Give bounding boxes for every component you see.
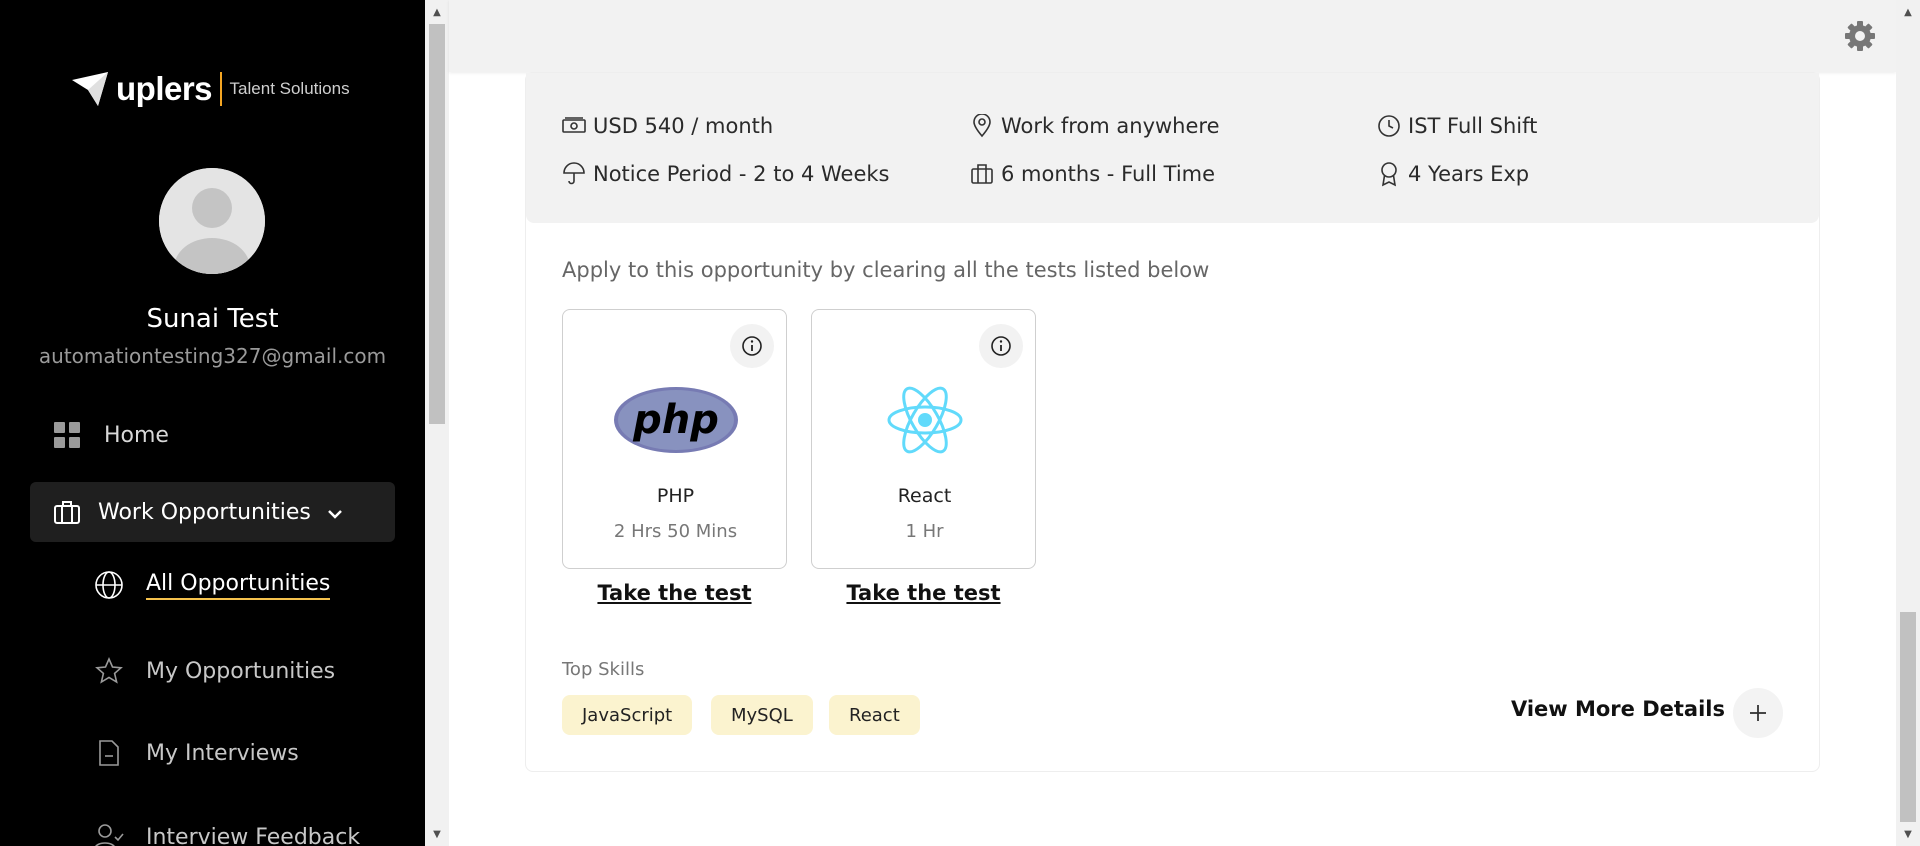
test-card-php: php PHP 2 Hrs 50 Mins [562, 309, 787, 569]
test-duration: 1 Hr [905, 521, 944, 542]
job-info-block: USD 540 / month Work from anywhere IST F… [526, 73, 1819, 223]
main-scrollbar[interactable]: ▲ ▼ [1896, 0, 1920, 846]
notice-info: Notice Period - 2 to 4 Weeks [561, 161, 889, 187]
experience-text: 4 Years Exp [1408, 162, 1530, 186]
test-duration: 2 Hrs 50 Mins [613, 521, 738, 542]
avatar[interactable] [159, 168, 265, 274]
top-header [449, 0, 1896, 72]
nav-home[interactable]: Home [52, 420, 169, 450]
skill-chip: React [829, 695, 920, 735]
duration-info: 6 months - Full Time [969, 161, 1215, 187]
map-pin-icon [969, 113, 995, 139]
nav-all-label: All Opportunities [146, 571, 331, 600]
nav-all-opportunities[interactable]: All Opportunities [94, 570, 331, 600]
php-logo-icon: php [563, 370, 788, 470]
brand-logo[interactable]: uplers Talent Solutions [68, 68, 350, 110]
salary-text: USD 540 / month [593, 114, 774, 138]
nav-my-interviews-label: My Interviews [146, 740, 299, 766]
globe-icon [94, 570, 124, 600]
nav-my-opportunities-label: My Opportunities [146, 658, 336, 684]
svg-text:php: php [632, 397, 719, 443]
notice-text: Notice Period - 2 to 4 Weeks [593, 162, 890, 186]
take-test-react-link[interactable]: Take the test [811, 581, 1036, 605]
location-info: Work from anywhere [969, 113, 1220, 139]
sidebar: uplers Talent Solutions Sunai Test autom… [0, 0, 425, 846]
plus-icon[interactable] [1733, 688, 1783, 738]
location-text: Work from anywhere [1001, 114, 1220, 138]
duration-text: 6 months - Full Time [1001, 162, 1216, 186]
shift-info: IST Full Shift [1376, 113, 1537, 139]
opportunity-card: USD 540 / month Work from anywhere IST F… [525, 72, 1820, 772]
main-scroll-thumb[interactable] [1900, 612, 1916, 822]
skill-chip: MySQL [711, 695, 813, 735]
user-name: Sunai Test [146, 304, 279, 334]
test-name: React [897, 485, 952, 507]
nav-home-label: Home [104, 422, 169, 448]
money-icon [561, 113, 587, 139]
uplers-logo-icon [72, 72, 108, 106]
user-email: automationtesting327@gmail.com [38, 344, 387, 368]
grid-icon [52, 420, 82, 450]
gear-icon[interactable] [1844, 20, 1876, 52]
brand-name: uplers [116, 70, 213, 107]
user-placeholder-icon [159, 168, 265, 274]
experience-info: 4 Years Exp [1376, 161, 1529, 187]
nav-my-opportunities[interactable]: My Opportunities [94, 656, 335, 686]
apply-instructions: Apply to this opportunity by clearing al… [562, 258, 1210, 282]
nav-work-opportunities[interactable]: Work Opportunities [30, 482, 395, 542]
brand-tagline: Talent Solutions [229, 79, 350, 98]
sidebar-scrollbar[interactable]: ▲ ▼ [425, 0, 449, 846]
chevron-down-icon [327, 500, 343, 525]
scroll-down-arrow-icon[interactable]: ▼ [1896, 824, 1920, 844]
clock-icon [1376, 113, 1402, 139]
briefcase-icon [52, 497, 82, 527]
nav-interview-feedback[interactable]: Interview Feedback [94, 822, 360, 846]
user-check-icon [94, 822, 124, 846]
umbrella-icon [561, 161, 587, 187]
skill-chip: JavaScript [562, 695, 693, 735]
briefcase-icon [969, 161, 995, 187]
info-icon[interactable] [730, 324, 774, 368]
test-card-react: React 1 Hr [811, 309, 1036, 569]
nav-work-label: Work Opportunities [98, 499, 311, 525]
scroll-up-arrow-icon[interactable]: ▲ [1896, 2, 1920, 22]
react-logo-icon [812, 370, 1037, 470]
take-test-php-link[interactable]: Take the test [562, 581, 787, 605]
view-more-details-link[interactable]: View More Details [1511, 697, 1725, 721]
nav-interview-feedback-label: Interview Feedback [146, 824, 361, 846]
scroll-up-arrow-icon[interactable]: ▲ [425, 2, 449, 22]
top-skills-title: Top Skills [562, 659, 645, 680]
salary-info: USD 540 / month [561, 113, 773, 139]
sidebar-scroll-thumb[interactable] [429, 24, 445, 424]
scroll-down-arrow-icon[interactable]: ▼ [425, 824, 449, 844]
document-icon [94, 738, 124, 768]
nav-my-interviews[interactable]: My Interviews [94, 738, 299, 768]
shift-text: IST Full Shift [1408, 114, 1538, 138]
star-icon [94, 656, 124, 686]
test-name: PHP [656, 485, 695, 507]
award-icon [1376, 161, 1402, 187]
info-icon[interactable] [979, 324, 1023, 368]
logo-divider [220, 72, 222, 106]
